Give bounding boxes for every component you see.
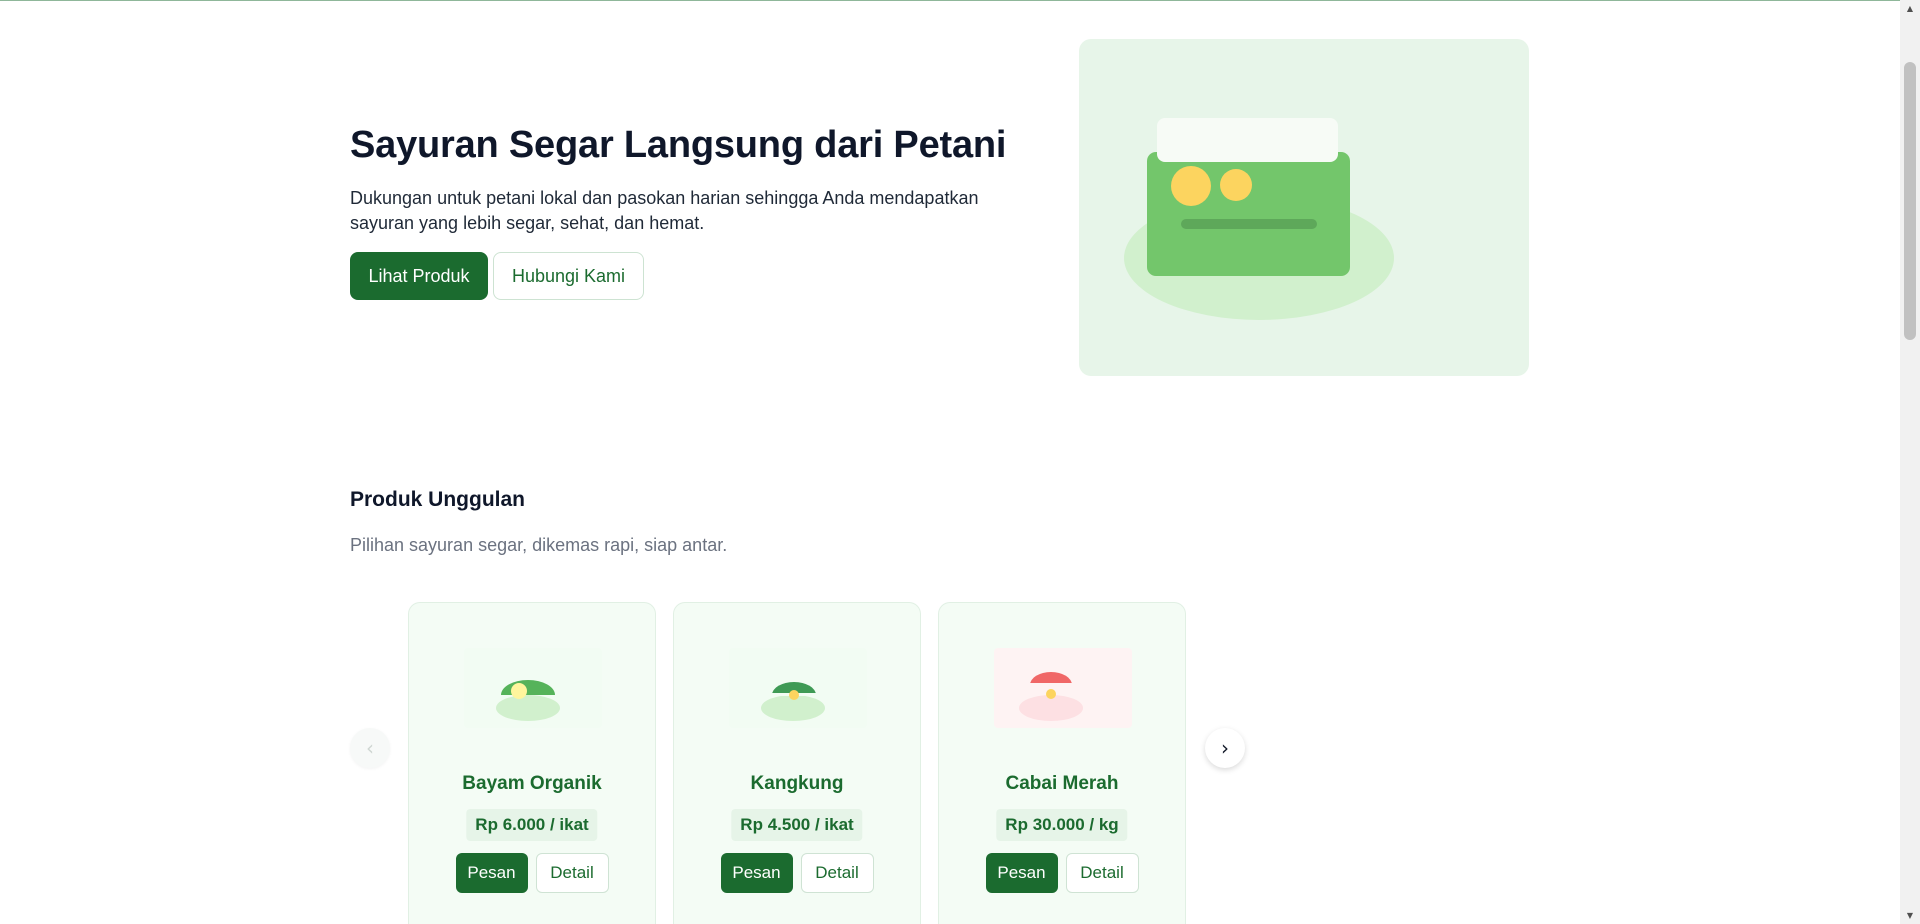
product-image [994,648,1132,728]
product-price: Rp 6.000 / ikat [466,809,598,841]
spinach-icon [496,680,560,721]
top-border-line [0,0,1900,1]
product-image [464,648,602,728]
carousel-prev-button[interactable]: ‹ [350,728,390,768]
order-button[interactable]: Pesan [720,853,793,893]
product-price: Rp 4.500 / ikat [731,809,863,841]
product-card[interactable]: Bayam Organik Rp 6.000 / ikat Pesan Deta… [408,602,656,924]
detail-button[interactable]: Detail [1065,853,1139,893]
vegetable-box-illustration [1124,118,1394,320]
scroll-up-arrow-icon[interactable]: ▲ [1900,0,1920,17]
detail-button[interactable]: Detail [535,853,609,893]
product-card[interactable]: Kangkung Rp 4.500 / ikat Pesan Detail [673,602,921,924]
carousel-next-button[interactable]: › [1205,728,1245,768]
hero-title: Sayuran Segar Langsung dari Petani [350,124,1007,166]
chili-icon [1019,672,1083,721]
section-subtitle: Pilihan sayuran segar, dikemas rapi, sia… [350,535,728,555]
order-button[interactable]: Pesan [985,853,1058,893]
view-products-button[interactable]: Lihat Produk [350,252,488,300]
product-price: Rp 30.000 / kg [996,809,1128,841]
page-scrollbar[interactable]: ▲ ▼ [1900,0,1920,924]
detail-button[interactable]: Detail [800,853,874,893]
water-spinach-icon [761,682,825,721]
chevron-left-icon: ‹ [366,736,374,760]
scroll-down-arrow-icon[interactable]: ▼ [1900,907,1920,924]
hero-description: Dukungan untuk petani lokal dan pasokan … [350,188,979,233]
product-name: Bayam Organik [462,773,602,794]
product-card[interactable]: Cabai Merah Rp 30.000 / kg Pesan Detail [938,602,1186,924]
scrollbar-thumb[interactable] [1904,62,1916,340]
hero-illustration [1079,39,1529,376]
order-button[interactable]: Pesan [455,853,528,893]
contact-us-button[interactable]: Hubungi Kami [493,252,644,300]
section-title: Produk Unggulan [350,488,525,511]
chevron-right-icon: › [1221,736,1229,760]
product-image [729,648,867,728]
product-name: Cabai Merah [1005,773,1119,794]
product-name: Kangkung [750,773,844,794]
